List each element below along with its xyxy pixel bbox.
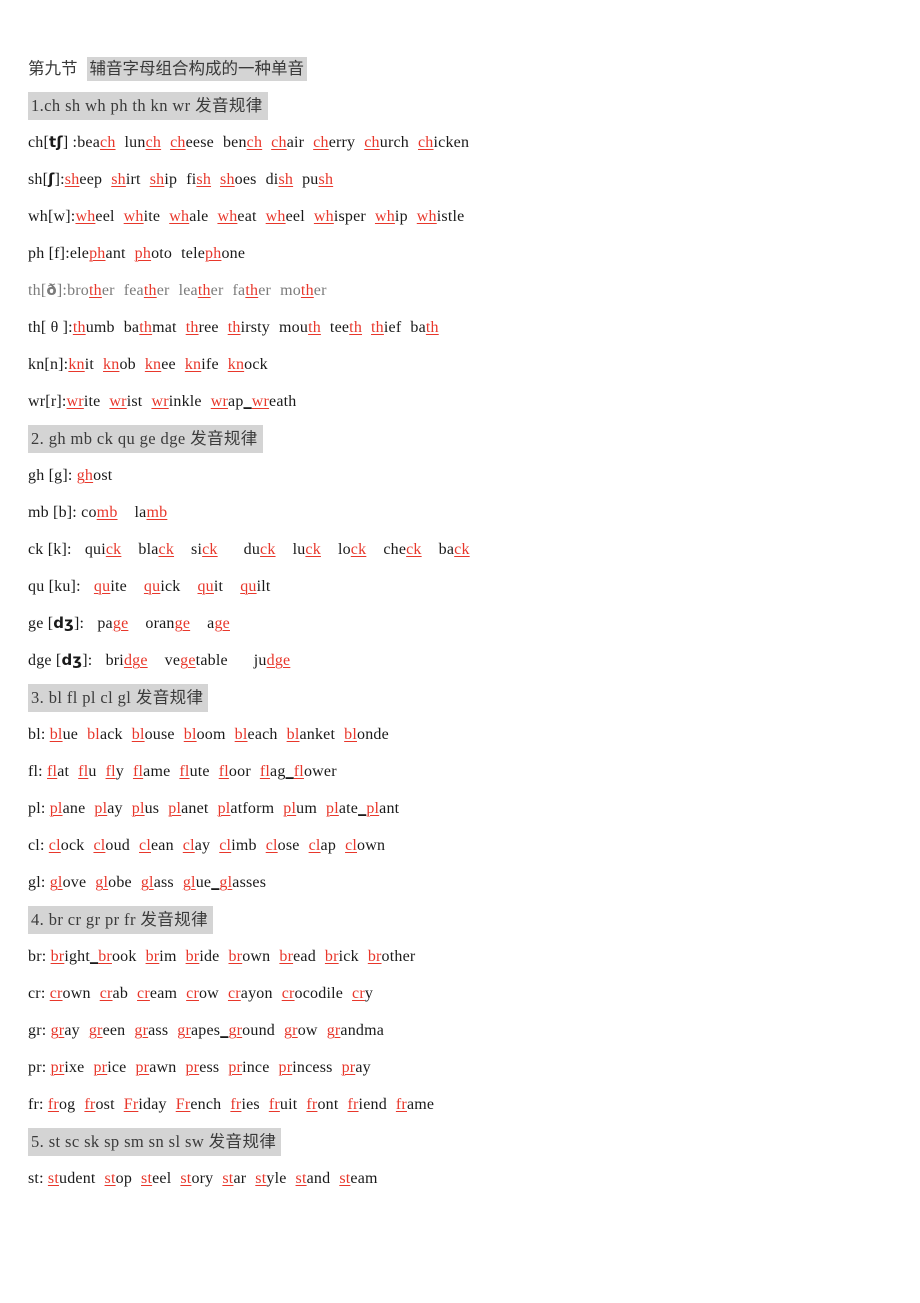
rule-line-sh: sh[ʃ]:sheep shirt ship fish shoes dish push: [28, 170, 334, 188]
rule-line-cr: cr: crown crab cream crow crayon crocodile cry: [28, 985, 374, 1002]
section-heading-4-text: 4. br cr gr pr fr 发音规律: [28, 906, 213, 934]
rule-line-ck: ck [k]: quick black sick duck luck lock check b…: [28, 541, 470, 558]
rule-line-fr: fr: frog frost Friday French fries fruit front…: [28, 1096, 435, 1113]
rule-line-ge: ge [dʒ]: page orange age: [28, 614, 230, 632]
section-heading-5-text: 5. st sc sk sp sm sn sl sw 发音规律: [28, 1128, 282, 1156]
rule-line-pr: pr: prixe price prawn press prince princess pr…: [28, 1059, 371, 1076]
rule-line-th-voiceless: th[ θ ]:thumb bathmat three thirsty mouth tee…: [28, 319, 439, 336]
section-heading-5: 5. st sc sk sp sm sn sl sw 发音规律: [28, 1123, 892, 1160]
rule-line-pl: pl: plane play plus planet platform plum plate…: [28, 800, 400, 817]
rule-line-qu: qu [ku]: quite quick quit quilt: [28, 578, 271, 595]
rule-line-ch: ch[tʃ] :beach lunch cheese bench chair cherry…: [28, 133, 470, 151]
rule-line-cl: cl: clock cloud clean clay climb close clap clo…: [28, 837, 386, 854]
rule-line-kn: kn[n]:knit knob knee knife knock: [28, 356, 268, 373]
rule-line-st: st: student stop steel story star style stand s…: [28, 1170, 378, 1187]
document-page: 第九节 辅音字母组合构成的一种单音 1.ch sh wh ph th kn wr …: [0, 0, 920, 1303]
rule-line-ph: ph [f]:elephant photo telephone: [28, 245, 246, 262]
page-title-highlighted: 辅音字母组合构成的一种单音: [86, 57, 307, 81]
page-title: 第九节 辅音字母组合构成的一种单音: [28, 50, 892, 87]
section-heading-1-text: 1.ch sh wh ph th kn wr 发音规律: [28, 92, 268, 120]
rule-line-mb: mb [b]: comb lamb: [28, 504, 168, 521]
page-title-prefix: 第九节: [28, 59, 78, 78]
rule-line-gh: gh [g]: ghost: [28, 467, 113, 484]
section-heading-3-text: 3. bl fl pl cl gl 发音规律: [28, 684, 209, 712]
rule-line-th-voiced: th[ð]:brother feather leather father mother: [28, 281, 327, 299]
rule-line-wh: wh[w]:wheel white whale wheat wheel whisper wh…: [28, 208, 465, 225]
rule-line-br: br: bright_brook brim bride brown bread brick…: [28, 948, 416, 965]
rule-line-gr: gr: gray green grass grapes_ground grow grand…: [28, 1022, 385, 1039]
section-heading-2-text: 2. gh mb ck qu ge dge 发音规律: [28, 425, 263, 453]
rule-line-bl: bl: blue black blouse bloom bleach blanket blo…: [28, 726, 389, 743]
rule-line-wr: wr[r]:write wrist wrinkle wrap_wreath: [28, 393, 297, 410]
rule-line-gl: gl: glove globe glass glue_glasses: [28, 874, 267, 891]
rule-line-fl: fl: flat flu fly flame flute floor flag_flower: [28, 763, 337, 780]
rule-line-dge: dge [dʒ]: bridge vegetable judge: [28, 651, 291, 669]
section-heading-1: 1.ch sh wh ph th kn wr 发音规律: [28, 87, 892, 124]
section-heading-3: 3. bl fl pl cl gl 发音规律: [28, 679, 892, 716]
section-heading-2: 2. gh mb ck qu ge dge 发音规律: [28, 420, 892, 457]
section-heading-4: 4. br cr gr pr fr 发音规律: [28, 901, 892, 938]
